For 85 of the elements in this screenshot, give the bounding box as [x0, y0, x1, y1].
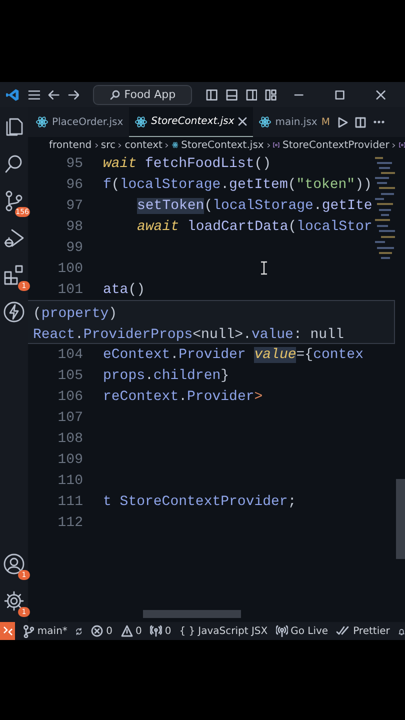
chevron-icon — [94, 140, 98, 150]
status-item[interactable]: 0 — [120, 625, 142, 637]
close-icon[interactable] — [238, 117, 248, 126]
code-line: ata() — [103, 282, 146, 298]
double-check-icon — [336, 626, 350, 636]
search-icon — [110, 90, 120, 100]
editor-tab[interactable]: main.jsx M — [253, 107, 336, 137]
extensions-icon[interactable] — [3, 264, 25, 286]
react-icon — [259, 116, 272, 128]
breadcrumb-item[interactable]: StoreContext.jsx — [181, 140, 264, 150]
code-line: props.children} — [103, 368, 230, 384]
react-icon — [36, 116, 48, 128]
more-icon[interactable] — [372, 120, 385, 124]
account-icon[interactable] — [3, 553, 25, 575]
code-line: reContext.Provider> — [103, 388, 263, 404]
code-line: setToken(localStorage.getIte — [137, 198, 372, 214]
line-number: 99 — [65, 240, 84, 256]
chevron-icon — [118, 140, 122, 150]
menu-icon[interactable] — [28, 90, 40, 100]
remote-button[interactable] — [0, 622, 16, 640]
logo-icon — [6, 88, 20, 102]
react-icon — [172, 139, 178, 151]
remote-icon — [2, 626, 13, 636]
breadcrumb-item[interactable]: frontend — [49, 140, 92, 150]
line-number: 106 — [56, 388, 84, 404]
editor-tab[interactable]: StoreContext.jsx — [129, 107, 254, 137]
chevron-icon — [165, 140, 169, 150]
close-icon[interactable] — [375, 88, 388, 100]
status-item[interactable]: 0 — [91, 625, 112, 637]
chevron-icon — [266, 140, 270, 150]
settings-icon[interactable] — [3, 590, 25, 612]
line-number: 110 — [56, 472, 84, 488]
breadcrumb-item[interactable]: src — [100, 140, 116, 150]
forward-icon[interactable] — [68, 90, 80, 100]
split-editor-icon[interactable] — [354, 116, 366, 128]
symbol-icon — [398, 140, 405, 150]
code-line: t StoreContextProvider; — [103, 494, 296, 510]
line-number: 108 — [56, 430, 84, 446]
line-number: 97 — [65, 198, 84, 214]
status-item[interactable]: Go Live — [276, 625, 328, 637]
error-icon — [91, 625, 104, 637]
breadcrumb-item[interactable]: context — [124, 140, 162, 150]
line-number: 111 — [56, 494, 84, 510]
breadcrumb-item[interactable]: StoreContextProvider — [282, 140, 390, 150]
status-item[interactable]: { } JavaScript JSX — [179, 626, 268, 636]
code-line: f(localStorage.getItem("token")) — [103, 176, 372, 192]
line-number: 101 — [56, 282, 84, 298]
maximize-icon[interactable] — [334, 88, 346, 100]
run-debug-icon[interactable] — [3, 227, 25, 249]
editor-tab[interactable]: PlaceOrder.jsx — [30, 107, 130, 137]
branch-icon — [23, 624, 34, 638]
broadcast-icon — [150, 625, 162, 637]
scrollbar-thumb[interactable] — [396, 479, 405, 559]
warning-icon — [120, 625, 132, 637]
layout-icon[interactable] — [265, 88, 278, 100]
status-item[interactable]: Prettier — [336, 626, 390, 636]
layout-icon[interactable] — [206, 88, 218, 100]
line-number: 104 — [56, 346, 84, 362]
layout-icon[interactable] — [246, 88, 258, 100]
run-icon[interactable] — [338, 116, 348, 128]
search-field[interactable]: Food App — [93, 84, 192, 104]
scrollbar-thumb[interactable] — [143, 610, 241, 618]
tooltip-line: React.ProviderProps<null>.value: null — [33, 326, 344, 342]
code-line: eContext.Provider value={contex — [103, 346, 364, 362]
line-number: 95 — [65, 156, 84, 172]
chevron-icon — [392, 140, 396, 150]
symbol-icon — [273, 140, 280, 150]
react-icon — [135, 116, 148, 128]
text-cursor-icon — [260, 261, 268, 275]
code-line: wait fetchFoodList() — [103, 156, 272, 172]
line-number: 107 — [56, 410, 84, 426]
line-number: 112 — [56, 514, 84, 530]
line-number: 109 — [56, 452, 84, 468]
tooltip-line: (property) — [33, 306, 118, 322]
status-item[interactable]: 0 — [150, 625, 172, 637]
line-number: 100 — [56, 260, 84, 276]
status-item[interactable]: main* — [23, 624, 68, 638]
broadcast-icon — [276, 625, 288, 637]
lightning-icon[interactable] — [3, 301, 25, 323]
line-number: 98 — [65, 218, 84, 234]
line-number: 96 — [65, 176, 84, 192]
back-icon[interactable] — [48, 90, 60, 100]
layout-icon[interactable] — [226, 88, 238, 100]
line-number: 105 — [56, 368, 84, 384]
code-line: await loadCartData(localStor — [137, 218, 372, 234]
